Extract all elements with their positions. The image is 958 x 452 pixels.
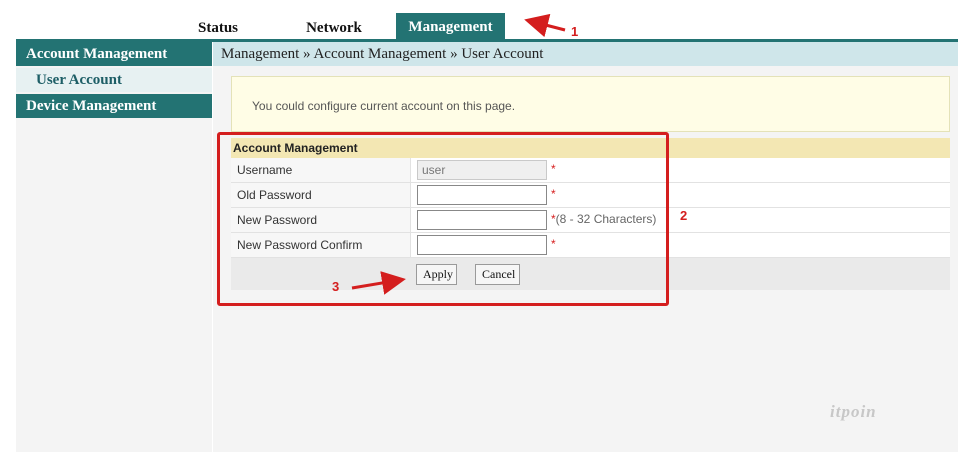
tab-management[interactable]: Management [396, 13, 505, 40]
watermark: itpoin [830, 402, 877, 421]
annotation-box [217, 132, 669, 306]
sidebar-item-account-management[interactable]: Account Management [16, 42, 212, 66]
info-text: You could configure current account on t… [252, 99, 516, 113]
annotation-number-3: 3 [332, 279, 340, 294]
sidebar-item-device-management[interactable]: Device Management [16, 94, 212, 118]
tab-status[interactable]: Status [190, 14, 246, 40]
annotation-number-1: 1 [571, 24, 579, 39]
top-navigation: Status Network Management [0, 0, 958, 42]
tab-network[interactable]: Network [300, 14, 368, 40]
breadcrumb: Management » Account Management » User A… [213, 42, 958, 66]
sidebar-item-user-account[interactable]: User Account [16, 68, 212, 92]
annotation-number-2: 2 [680, 208, 688, 223]
info-box: You could configure current account on t… [231, 76, 950, 132]
sidebar: Account Management User Account Device M… [16, 42, 212, 452]
